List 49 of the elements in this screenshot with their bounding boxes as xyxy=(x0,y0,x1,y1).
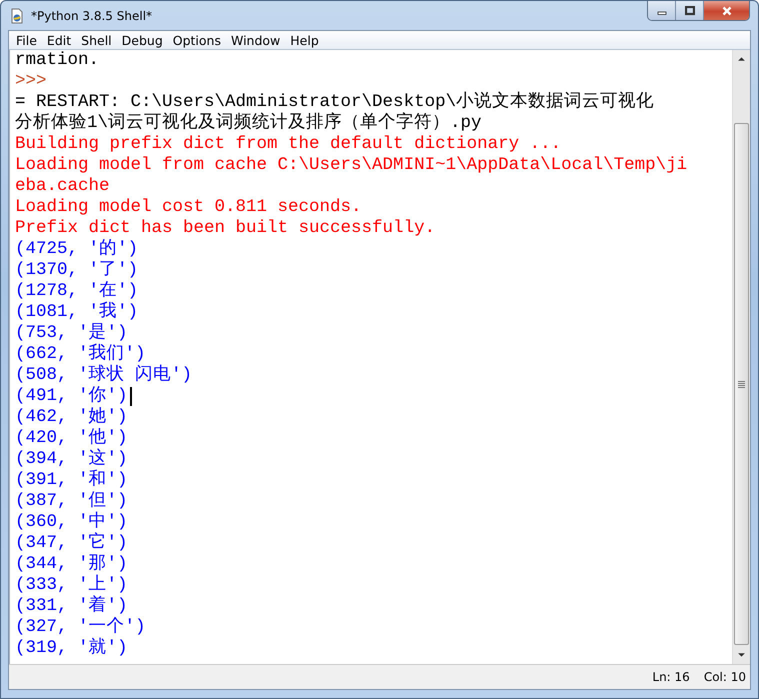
menu-item[interactable]: Shell xyxy=(76,32,117,48)
column-number: Col: 10 xyxy=(704,670,746,684)
output-line: (662, '我们') xyxy=(15,344,146,364)
menu-item[interactable]: Edit xyxy=(42,32,76,48)
output-line: (1278, '在') xyxy=(15,281,138,302)
menu-item[interactable]: Options xyxy=(168,32,226,48)
output-line: (420, '他') xyxy=(15,428,128,448)
output-line: eba.cache xyxy=(15,176,110,197)
shell-text-area[interactable] xyxy=(9,50,732,664)
output-line: (491, '你') xyxy=(15,386,128,407)
minimize-button[interactable] xyxy=(648,1,676,20)
output-line: (387, '但') xyxy=(15,491,128,512)
output-line: (508, '球状 闪电') xyxy=(15,365,192,386)
output-line: Prefix dict has been built successfully. xyxy=(15,218,436,239)
output-line: (391, '和') xyxy=(15,470,128,491)
text-cursor xyxy=(130,387,132,406)
menu-item[interactable]: Window xyxy=(226,32,286,48)
close-button[interactable] xyxy=(704,1,749,20)
output-line: (344, '那') xyxy=(15,554,128,574)
line-number: Ln: 16 xyxy=(652,670,690,684)
output-line: = RESTART: C:\Users\Administrator\Desktop\小说文本数据词云可视化 xyxy=(15,92,654,112)
window-title: *Python 3.8.5 Shell* xyxy=(31,8,154,22)
scrollbar-thumb[interactable] xyxy=(734,123,749,645)
output-line: (319, '就') xyxy=(15,638,128,659)
output-line: (394, '这') xyxy=(15,449,128,470)
maximize-icon xyxy=(684,6,694,16)
output-line: (347, '它') xyxy=(15,533,128,554)
output-line: (333, '上') xyxy=(15,575,128,595)
menu-item[interactable]: Help xyxy=(285,32,324,48)
output-line: Building prefix dict from the default dictionary ... xyxy=(15,134,562,155)
output-line: (360, '中') xyxy=(15,512,128,532)
output-line: (462, '她') xyxy=(15,407,128,428)
grip-icon xyxy=(738,380,745,388)
output-line: rmation. xyxy=(15,50,100,71)
prompt-marker: >>> xyxy=(15,71,47,92)
menu-item[interactable]: Debug xyxy=(116,32,168,48)
output-line: 分析体验1\词云可视化及词频统计及排序（单个字符）.py xyxy=(15,113,482,134)
output-line: (1081, '我') xyxy=(15,302,138,323)
close-icon xyxy=(722,6,732,16)
output-line: (331, '着') xyxy=(15,596,128,616)
menu-item[interactable]: File xyxy=(11,32,42,48)
output-line: (753, '是') xyxy=(15,323,128,344)
output-line: (327, '一个') xyxy=(15,617,146,638)
vertical-scrollbar[interactable] xyxy=(732,50,750,664)
output-line: (1370, '了') xyxy=(15,260,138,281)
output-line: (4725, '的') xyxy=(15,239,138,260)
output-line: Loading model from cache C:\Users\ADMINI~1\AppData\Local\Temp\ji xyxy=(15,155,688,176)
maximize-button[interactable] xyxy=(676,1,704,20)
output-line: Loading model cost 0.811 seconds. xyxy=(15,197,362,218)
